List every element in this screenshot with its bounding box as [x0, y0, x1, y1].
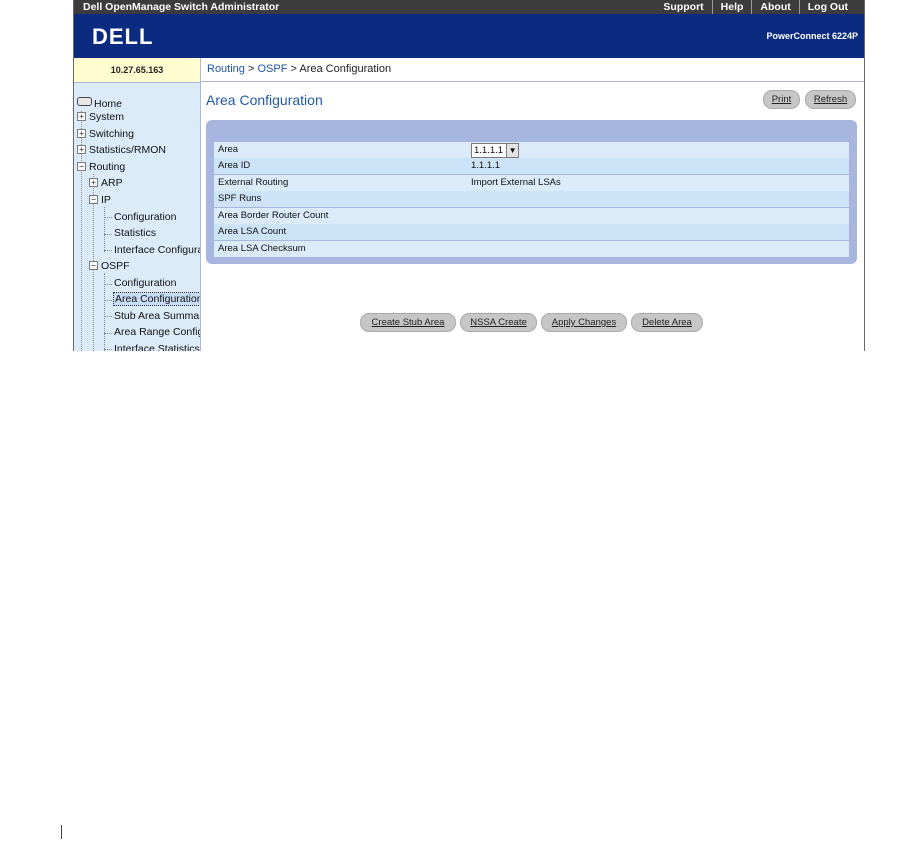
tree-line: [104, 300, 112, 301]
delete-area-button[interactable]: Delete Area: [631, 313, 703, 332]
area-id-label: Area ID: [218, 160, 251, 171]
nav-ip-statistics[interactable]: Statistics: [114, 227, 156, 240]
home-icon: [77, 97, 92, 106]
collapse-minus-icon[interactable]: −: [77, 162, 86, 171]
nav-ospf-label: OSPF: [101, 260, 130, 272]
collapse-minus-icon[interactable]: −: [89, 195, 98, 204]
app-title: Dell OpenManage Switch Administrator: [83, 1, 280, 13]
tree-line: [104, 207, 105, 252]
lsa-checksum-label: Area LSA Checksum: [218, 243, 306, 254]
lsa-count-row: Area LSA Count: [214, 224, 849, 240]
nav-switching[interactable]: + Switching: [77, 128, 134, 141]
print-button[interactable]: Print: [763, 90, 800, 109]
abr-count-label: Area Border Router Count: [218, 210, 329, 221]
area-select[interactable]: 1.1.1.1 ▼: [471, 143, 520, 158]
spf-runs-row: SPF Runs: [214, 191, 849, 207]
nav-routing[interactable]: − Routing: [77, 161, 125, 174]
external-routing-label: External Routing: [218, 177, 289, 188]
area-label: Area: [218, 144, 239, 155]
tree-line: [104, 333, 112, 334]
tree-line: [104, 250, 112, 251]
nav-routing-label: Routing: [89, 161, 126, 173]
breadcrumb-separator: >: [290, 63, 297, 75]
external-routing-value: Import External LSAs: [471, 177, 561, 188]
area-config-panel: Area 1.1.1.1 ▼ Area ID 1.1.1.1 External …: [206, 120, 857, 264]
nav-ip-label: IP: [101, 194, 111, 206]
refresh-button[interactable]: Refresh: [805, 90, 856, 109]
switch-ip-address: 10.27.65.163: [74, 58, 201, 83]
dell-logo: DELL: [92, 24, 153, 48]
breadcrumb-separator: >: [247, 63, 255, 75]
support-link[interactable]: Support: [655, 0, 711, 14]
breadcrumb-divider: [201, 81, 864, 82]
create-stub-area-button[interactable]: Create Stub Area: [360, 313, 456, 332]
lsa-checksum-row: Area LSA Checksum: [214, 241, 849, 257]
header-banner: DELL PowerConnect 6224P: [74, 14, 864, 58]
nav-selected-item: Area Configuration: [113, 292, 200, 306]
nav-system-label: System: [89, 111, 125, 123]
nav-ospf-interface-statistics[interactable]: Interface Statistics: [114, 343, 200, 351]
nav-home[interactable]: Home: [77, 97, 122, 111]
breadcrumb-ospf[interactable]: OSPF: [257, 63, 287, 75]
nav-ip[interactable]: − IP: [89, 194, 111, 207]
breadcrumb: Routing > OSPF > Area Configuration: [207, 58, 391, 82]
area-row: Area 1.1.1.1 ▼: [214, 142, 849, 158]
switch-admin-window: Dell OpenManage Switch Administrator Sup…: [73, 0, 865, 351]
nav-arp-label: ARP: [101, 177, 123, 189]
expand-plus-icon[interactable]: +: [89, 178, 98, 187]
expand-plus-icon[interactable]: +: [77, 129, 86, 138]
apply-changes-button[interactable]: Apply Changes: [541, 313, 627, 332]
tree-line: [104, 234, 112, 235]
breadcrumb-current: Area Configuration: [299, 63, 392, 75]
nav-ospf-area-range-configuration[interactable]: Area Range Configuration: [114, 326, 200, 339]
help-link[interactable]: Help: [711, 0, 752, 14]
nav-statistics-label: Statistics/RMON: [89, 144, 167, 156]
area-select-value: 1.1.1.1: [474, 145, 504, 156]
area-id-value: 1.1.1.1: [471, 160, 501, 171]
lsa-count-label: Area LSA Count: [218, 226, 287, 237]
spf-runs-label: SPF Runs: [218, 193, 262, 204]
nav-home-label: Home: [94, 98, 123, 110]
expand-plus-icon[interactable]: +: [77, 145, 86, 154]
model-name: PowerConnect 6224P: [766, 31, 858, 41]
nav-ip-configuration[interactable]: Configuration: [114, 211, 176, 224]
svg-text:DELL: DELL: [92, 24, 153, 48]
top-bar: Dell OpenManage Switch Administrator Sup…: [74, 0, 864, 14]
nav-ospf-stub-area-summary[interactable]: Stub Area Summary: [114, 310, 200, 323]
chevron-down-icon[interactable]: ▼: [506, 144, 519, 157]
breadcrumb-routing[interactable]: Routing: [207, 63, 245, 75]
tree-line: [104, 349, 112, 350]
nav-ospf-area-configuration[interactable]: Area Configuration: [113, 292, 200, 306]
external-routing-row: External Routing Import External LSAs: [214, 175, 849, 191]
tree-line: [104, 316, 112, 317]
abr-count-row: Area Border Router Count: [214, 208, 849, 224]
nav-ip-interface-configuration[interactable]: Interface Configuration: [114, 244, 200, 257]
navigation-tree: Home + System + Switching + Statistics/RMON…: [74, 83, 201, 351]
nav-switching-label: Switching: [89, 128, 134, 140]
nav-ospf[interactable]: − OSPF: [89, 260, 130, 273]
collapse-minus-icon[interactable]: −: [89, 261, 98, 270]
nssa-create-button[interactable]: NSSA Create: [460, 313, 537, 332]
top-links: Support Help About Log Out: [655, 0, 856, 14]
expand-plus-icon[interactable]: +: [77, 112, 86, 121]
nav-statistics-rmon[interactable]: + Statistics/RMON: [77, 144, 166, 157]
page-margin-rule: [61, 825, 62, 839]
logout-link[interactable]: Log Out: [798, 0, 856, 14]
tree-line: [104, 284, 112, 285]
area-id-row: Area ID 1.1.1.1: [214, 158, 849, 174]
nav-arp[interactable]: + ARP: [89, 177, 123, 190]
nav-system[interactable]: + System: [77, 111, 124, 124]
tree-line: [104, 217, 112, 218]
nav-ospf-configuration[interactable]: Configuration: [114, 277, 176, 290]
page-title: Area Configuration: [206, 92, 323, 108]
about-link[interactable]: About: [751, 0, 798, 14]
